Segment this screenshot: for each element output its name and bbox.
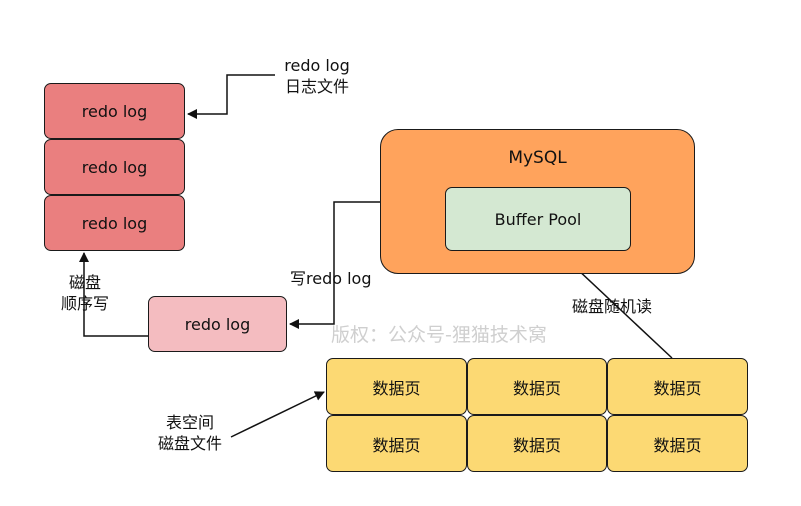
data-page-4-label: 数据页: [372, 435, 421, 455]
redo-log-block-1-label: redo log: [81, 101, 148, 121]
redo-log-file-label-line1: redo log: [284, 56, 350, 75]
disk-sequential-write-label: 磁盘 顺序写: [50, 272, 120, 314]
redo-log-file-label-line2: 日志文件: [284, 77, 349, 96]
write-redo-log-label: 写redo log: [290, 269, 372, 288]
redo-log-block-3-label: redo log: [81, 213, 148, 233]
redo-log-block-3: redo log: [44, 195, 185, 251]
data-page-6-label: 数据页: [653, 435, 702, 455]
disk-random-read-label: 磁盘随机读: [572, 297, 653, 316]
data-page-3: 数据页: [607, 358, 748, 415]
data-page-1-label: 数据页: [372, 378, 421, 398]
watermark: 版权：公众号-狸猫技术窝: [331, 324, 547, 346]
buffer-pool-box: Buffer Pool: [445, 187, 631, 251]
tablespace-label-line1: 表空间: [165, 413, 214, 432]
data-page-5: 数据页: [467, 415, 607, 472]
data-page-6: 数据页: [607, 415, 748, 472]
arrow-tablespace-to-pages: [230, 391, 325, 438]
mysql-title: MySQL: [508, 148, 567, 168]
data-page-5-label: 数据页: [512, 435, 561, 455]
data-page-4: 数据页: [326, 415, 467, 472]
redo-log-buffer: redo log: [148, 296, 287, 352]
disk-sequential-write-label-line1: 磁盘: [68, 273, 101, 292]
data-page-1: 数据页: [326, 358, 467, 415]
data-page-2: 数据页: [467, 358, 607, 415]
redo-log-file-label: redo log 日志文件: [277, 55, 357, 97]
disk-sequential-write-label-line2: 顺序写: [60, 294, 109, 313]
data-page-2-label: 数据页: [512, 378, 561, 398]
data-page-3-label: 数据页: [653, 378, 702, 398]
tablespace-disk-file-label: 表空间 磁盘文件: [150, 412, 230, 454]
redo-log-block-2: redo log: [44, 139, 185, 195]
arrow-file-to-redo-stack: [187, 74, 275, 119]
redo-log-block-2-label: redo log: [81, 157, 148, 177]
redo-log-buffer-label: redo log: [184, 314, 251, 334]
tablespace-label-line2: 磁盘文件: [157, 434, 222, 453]
redo-log-block-1: redo log: [44, 83, 185, 139]
buffer-pool-label: Buffer Pool: [494, 209, 582, 229]
arrow-mysql-to-redo-buffer: [289, 201, 380, 329]
